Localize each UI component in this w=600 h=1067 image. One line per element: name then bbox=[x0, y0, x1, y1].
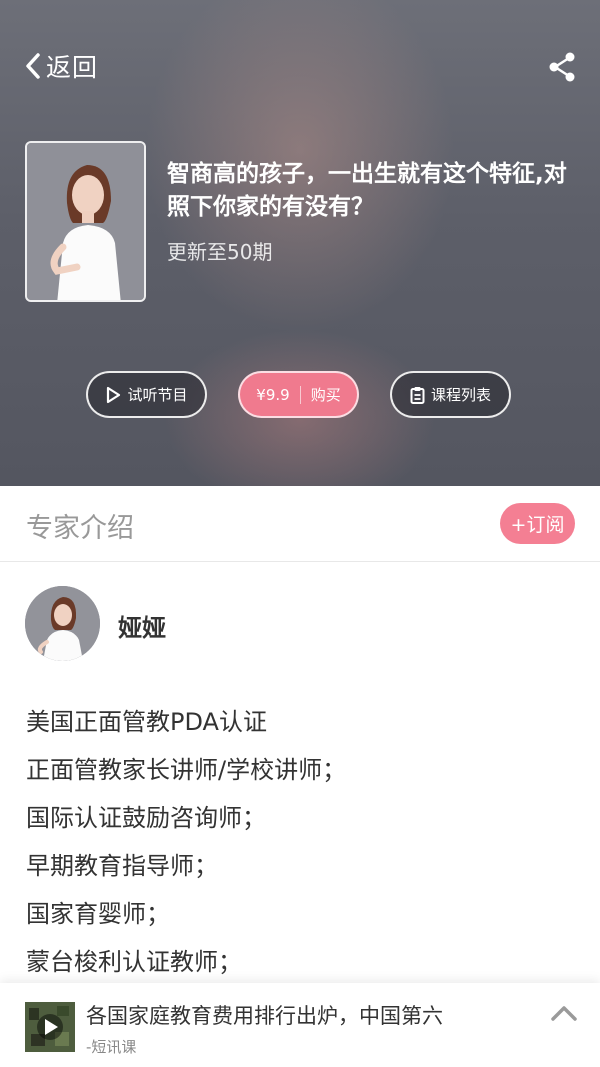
trial-listen-label: 试听节目 bbox=[127, 386, 188, 404]
chevron-up-icon bbox=[551, 1006, 577, 1021]
bio-item: 美国正面管教PDA认证 bbox=[26, 708, 267, 736]
bio-item: 国际认证鼓励咨询师； bbox=[26, 804, 266, 832]
course-list-label: 课程列表 bbox=[430, 386, 491, 404]
course-list-button[interactable]: 课程列表 bbox=[390, 371, 511, 418]
bio-item: 早期教育指导师； bbox=[26, 852, 218, 880]
section-title: 专家介绍 bbox=[26, 513, 134, 544]
buy-label: 购买 bbox=[310, 386, 341, 404]
mini-player[interactable]: 各国家庭教育费用排行出炉，中国第六 -短讯课 bbox=[0, 983, 600, 1067]
bio-item: 正面管教家长讲师/学校讲师； bbox=[26, 756, 347, 784]
subscribe-button[interactable]: +订阅 bbox=[500, 503, 575, 544]
play-icon bbox=[37, 1014, 63, 1044]
share-icon bbox=[549, 52, 575, 82]
share-button[interactable] bbox=[546, 51, 580, 83]
trial-listen-button[interactable]: 试听节目 bbox=[86, 371, 207, 418]
course-hero: 返回 智商高的孩子，一出生就有这个特征,对照下你家的有没有？ 更新至50期 试听… bbox=[0, 0, 600, 486]
player-thumbnail[interactable] bbox=[25, 1002, 75, 1052]
expert-bio: 美国正面管教PDA认证 正面管教家长讲师/学校讲师； 国际认证鼓励咨询师； 早期… bbox=[26, 698, 586, 986]
player-title: 各国家庭教育费用排行出炉，中国第六 bbox=[86, 1004, 443, 1028]
back-button[interactable]: 返回 bbox=[22, 46, 98, 86]
buy-button[interactable]: ¥9.9 购买 bbox=[238, 371, 359, 418]
expand-player-button[interactable] bbox=[548, 999, 580, 1025]
back-label: 返回 bbox=[46, 53, 99, 82]
course-title: 智商高的孩子，一出生就有这个特征,对照下你家的有没有？ bbox=[167, 161, 567, 220]
clipboard-icon bbox=[410, 386, 425, 404]
bio-item: 国家育婴师； bbox=[26, 900, 170, 928]
bio-item: 蒙台梭利认证教师； bbox=[26, 948, 242, 976]
chevron-left-icon bbox=[22, 51, 44, 81]
divider bbox=[299, 385, 301, 404]
expert-section-header: 专家介绍 +订阅 bbox=[0, 486, 600, 562]
expert-name: 娅娅 bbox=[118, 614, 166, 642]
course-cover-image bbox=[25, 141, 146, 302]
play-outline-icon bbox=[105, 386, 121, 404]
update-status: 更新至50期 bbox=[167, 240, 273, 264]
avatar bbox=[25, 586, 100, 661]
price-label: ¥9.9 bbox=[256, 385, 290, 404]
player-subtitle: -短讯课 bbox=[86, 1038, 137, 1056]
